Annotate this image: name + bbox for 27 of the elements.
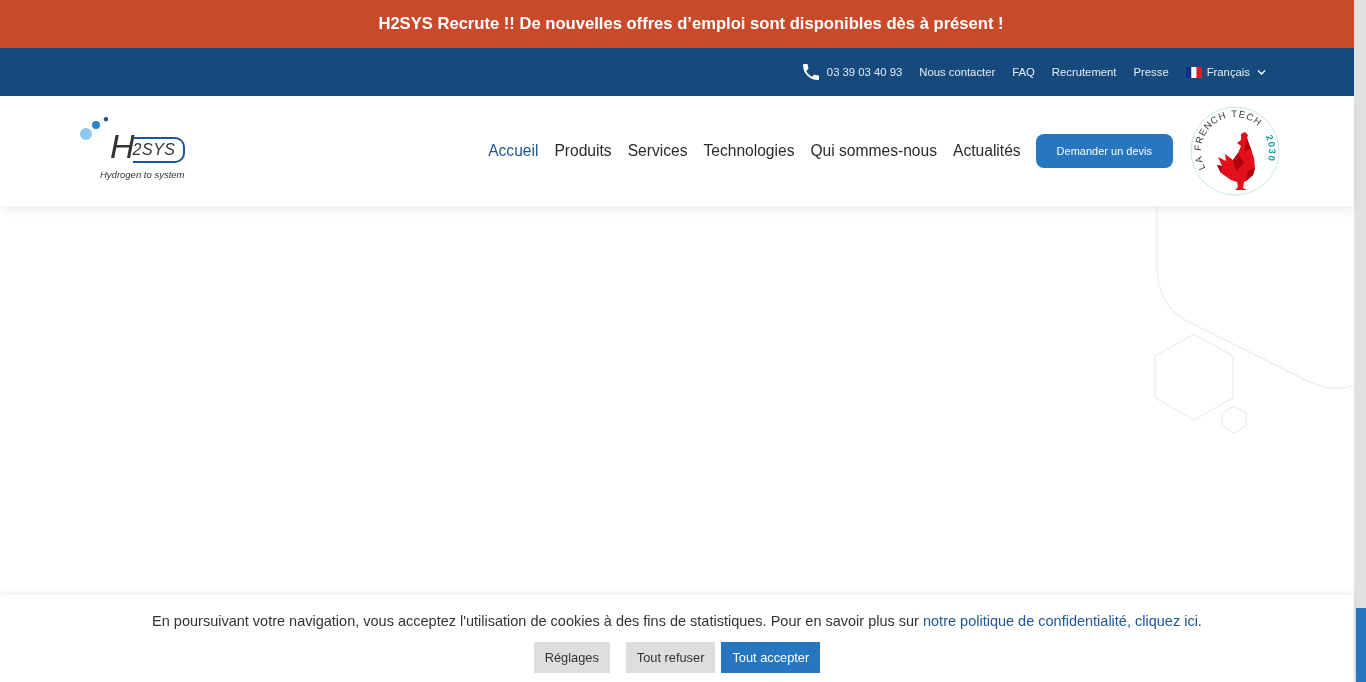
badge-word: TECH [1231,107,1265,129]
nav-link[interactable]: Services [627,142,688,160]
top-bar-link[interactable]: Presse [1133,65,1169,79]
quote-button[interactable]: Demander un devis [1035,134,1173,168]
top-bar-link[interactable]: Recrutement [1051,65,1117,79]
nav-link[interactable]: Produits [554,142,612,160]
cookie-button[interactable]: Tout refuser [625,642,716,673]
top-bar-link[interactable]: FAQ [1012,65,1035,79]
caret-icon [1257,69,1266,75]
nav-link[interactable]: Actualités [953,142,1021,160]
badge-word: LA [1192,154,1208,172]
phone-icon [802,64,819,80]
cookie-button[interactable]: Tout accepter [721,642,821,673]
phone-link[interactable]: 03 39 03 40 93 [802,64,903,80]
bubbles-icon [80,116,108,140]
announcement-text[interactable]: H2SYS Recrute !! De nouvelles offres d’emploi sont disponibles dès à présent ! [378,14,1004,34]
language-selector[interactable]: Français [1185,65,1266,79]
scrollbar[interactable] [1354,0,1366,682]
nav-link[interactable]: Qui sommes-nous [810,142,937,160]
privacy-policy-link[interactable]: notre politique de confidentialité, cliquez ici [923,613,1198,629]
cookie-notice: En poursuivant votre navigation, vous acceptez l'utilisation de cookies à des fins de statistiques. Pour en savoir plus sur notre politique de confidentialité, cliquez ici. [152,612,1202,630]
top-bar-link[interactable]: Nous contacter [919,65,996,79]
flag-icon [1185,66,1202,78]
nav-link[interactable]: Technologies [703,142,795,160]
nav-link[interactable]: Accueil [488,142,539,160]
cookie-button[interactable]: Réglages [533,642,610,673]
logo-tagline: Hydrogen to system [100,168,186,180]
